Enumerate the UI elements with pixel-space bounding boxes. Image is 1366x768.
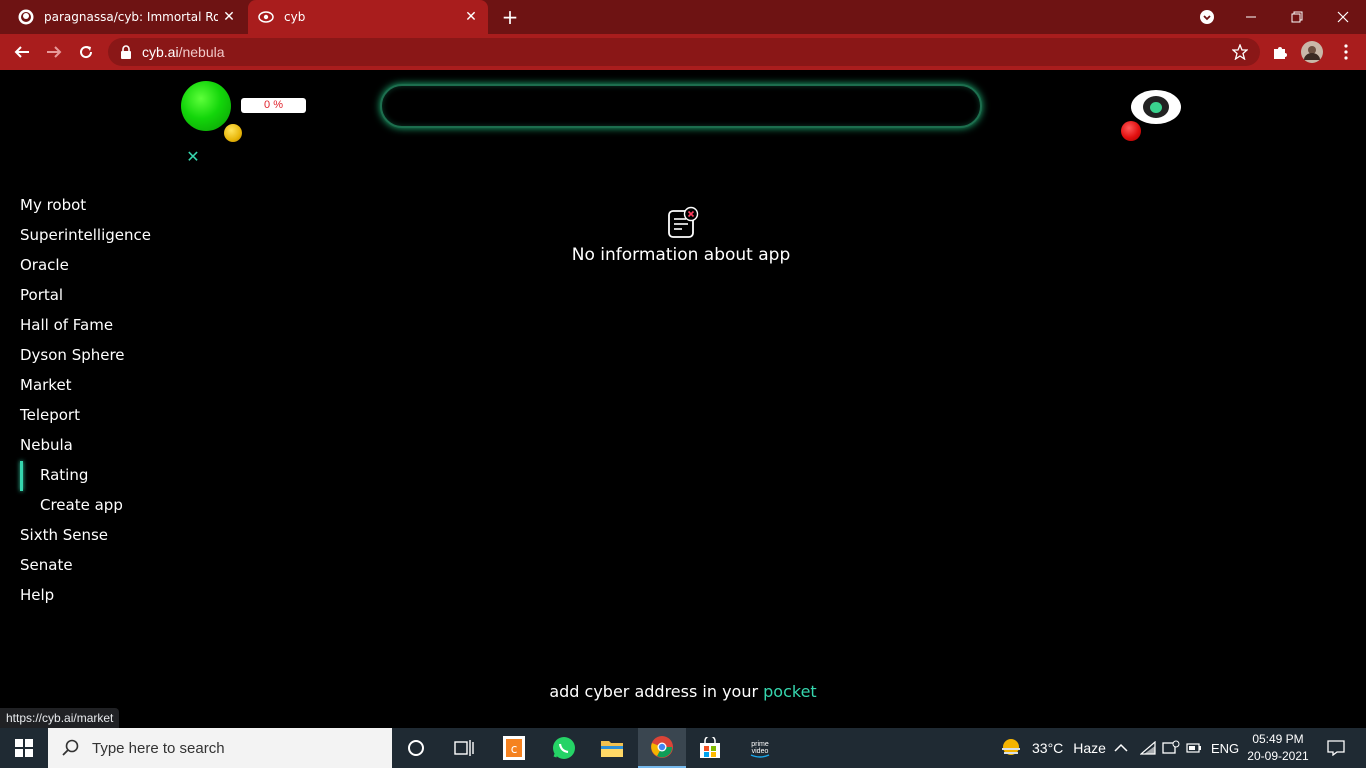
cyb-icon: [258, 9, 274, 25]
tab-github[interactable]: paragnassa/cyb: Immortal Robot ✕: [8, 0, 246, 34]
forward-icon[interactable]: [40, 38, 68, 66]
progress-badge: 0 %: [241, 98, 306, 113]
notification-center-icon[interactable]: [1316, 728, 1356, 768]
svg-text:prime: prime: [751, 741, 769, 748]
taskbar-search-input[interactable]: Type here to search: [48, 728, 392, 768]
pocket-hint: add cyber address in your pocket: [430, 682, 936, 701]
windows-start-icon[interactable]: [0, 728, 48, 768]
prime-video-icon[interactable]: prime video: [736, 728, 784, 768]
sidebar-item-my-robot[interactable]: My robot: [20, 196, 86, 218]
browser-menu-icon[interactable]: [1334, 40, 1358, 64]
weather-description: Haze: [1073, 740, 1106, 756]
task-view-icon[interactable]: [440, 728, 488, 768]
tab-close-icon[interactable]: ✕: [218, 9, 240, 25]
url-path: /nebula: [178, 44, 225, 60]
sidebar-item-superintelligence[interactable]: Superintelligence: [20, 226, 151, 248]
pocket-link[interactable]: pocket: [763, 682, 817, 701]
tab-close-icon[interactable]: ✕: [460, 9, 482, 25]
clock-time: 05:49 PM: [1252, 732, 1304, 746]
svg-text:c: c: [511, 742, 518, 756]
tab-search-icon[interactable]: [1184, 0, 1230, 34]
lock-icon: [120, 45, 134, 59]
no-info-document-icon: [667, 206, 701, 240]
show-hidden-icons-icon[interactable]: [1114, 728, 1128, 768]
github-icon: [18, 9, 34, 25]
restore-icon[interactable]: [1274, 0, 1320, 34]
tab-title: cyb: [284, 10, 306, 24]
weather-widget[interactable]: 33°C Haze: [1000, 728, 1106, 768]
tab-title: paragnassa/cyb: Immortal Robot: [44, 10, 218, 24]
weather-haze-icon: [1000, 737, 1022, 759]
sidebar-item-market[interactable]: Market: [20, 376, 72, 398]
browser-tab-strip: paragnassa/cyb: Immortal Robot ✕ cyb ✕ +: [0, 0, 1366, 34]
bookmark-star-icon[interactable]: [1228, 40, 1252, 64]
eye-icon[interactable]: [1131, 90, 1181, 124]
close-window-icon[interactable]: [1320, 0, 1366, 34]
tab-cyb[interactable]: cyb ✕: [248, 0, 488, 34]
wifi-icon[interactable]: [1140, 728, 1156, 768]
store-icon[interactable]: [686, 728, 734, 768]
clock-date: 20-09-2021: [1247, 749, 1309, 763]
extensions-puzzle-icon[interactable]: [1268, 40, 1292, 64]
active-indicator: [20, 461, 23, 491]
cyb-page: 0 % ✕ My robot Superintelligence Oracle …: [0, 70, 1366, 728]
sidebar-item-rating[interactable]: Rating: [40, 466, 88, 488]
address-bar[interactable]: cyb.ai/nebula: [108, 38, 1260, 66]
taskbar-clock[interactable]: 05:49 PM 20-09-2021: [1240, 731, 1316, 765]
sidebar-item-senate[interactable]: Senate: [20, 556, 73, 578]
back-icon[interactable]: [8, 38, 36, 66]
notification-dot: [1121, 121, 1141, 141]
search-icon: [62, 739, 80, 757]
calculator-app-icon[interactable]: c: [490, 728, 538, 768]
weather-temperature: 33°C: [1032, 740, 1064, 756]
robot-avatar-orb[interactable]: [181, 81, 231, 131]
profile-avatar[interactable]: [1300, 40, 1324, 64]
pocket-hint-text: add cyber address in your: [549, 682, 764, 701]
language-indicator[interactable]: ENG: [1211, 728, 1239, 768]
empty-state-message: No information about app: [571, 245, 791, 265]
robot-status-dot: [224, 124, 242, 142]
cortana-icon[interactable]: [392, 728, 440, 768]
windows-taskbar: Type here to search c prime video 33°C Ha…: [0, 728, 1366, 768]
sidebar-item-sixth-sense[interactable]: Sixth Sense: [20, 526, 108, 548]
sidebar-item-help[interactable]: Help: [20, 586, 54, 608]
taskbar-search-placeholder: Type here to search: [92, 739, 225, 757]
reload-icon[interactable]: [72, 38, 100, 66]
sidebar-item-portal[interactable]: Portal: [20, 286, 63, 308]
whatsapp-icon[interactable]: [540, 728, 588, 768]
chrome-taskbar-icon[interactable]: [638, 728, 686, 768]
sidebar-item-oracle[interactable]: Oracle: [20, 256, 69, 278]
eye-pupil: [1150, 102, 1162, 113]
close-icon[interactable]: ✕: [184, 148, 202, 166]
sidebar-item-nebula[interactable]: Nebula: [20, 436, 73, 458]
search-input[interactable]: [380, 84, 982, 128]
sidebar-item-create-app[interactable]: Create app: [40, 496, 123, 518]
sidebar-item-hall-of-fame[interactable]: Hall of Fame: [20, 316, 113, 338]
minimize-icon[interactable]: [1228, 0, 1274, 34]
sidebar-item-dyson-sphere[interactable]: Dyson Sphere: [20, 346, 125, 368]
sidebar-item-teleport[interactable]: Teleport: [20, 406, 80, 428]
browser-toolbar: cyb.ai/nebula: [0, 34, 1366, 70]
new-tab-icon[interactable]: +: [498, 4, 522, 30]
svg-text:video: video: [752, 748, 769, 755]
file-explorer-icon[interactable]: [588, 728, 636, 768]
url-host: cyb.ai: [142, 44, 179, 60]
meet-now-icon[interactable]: [1162, 728, 1180, 768]
link-status-bubble: https://cyb.ai/market: [0, 708, 120, 728]
battery-icon[interactable]: [1186, 728, 1202, 768]
